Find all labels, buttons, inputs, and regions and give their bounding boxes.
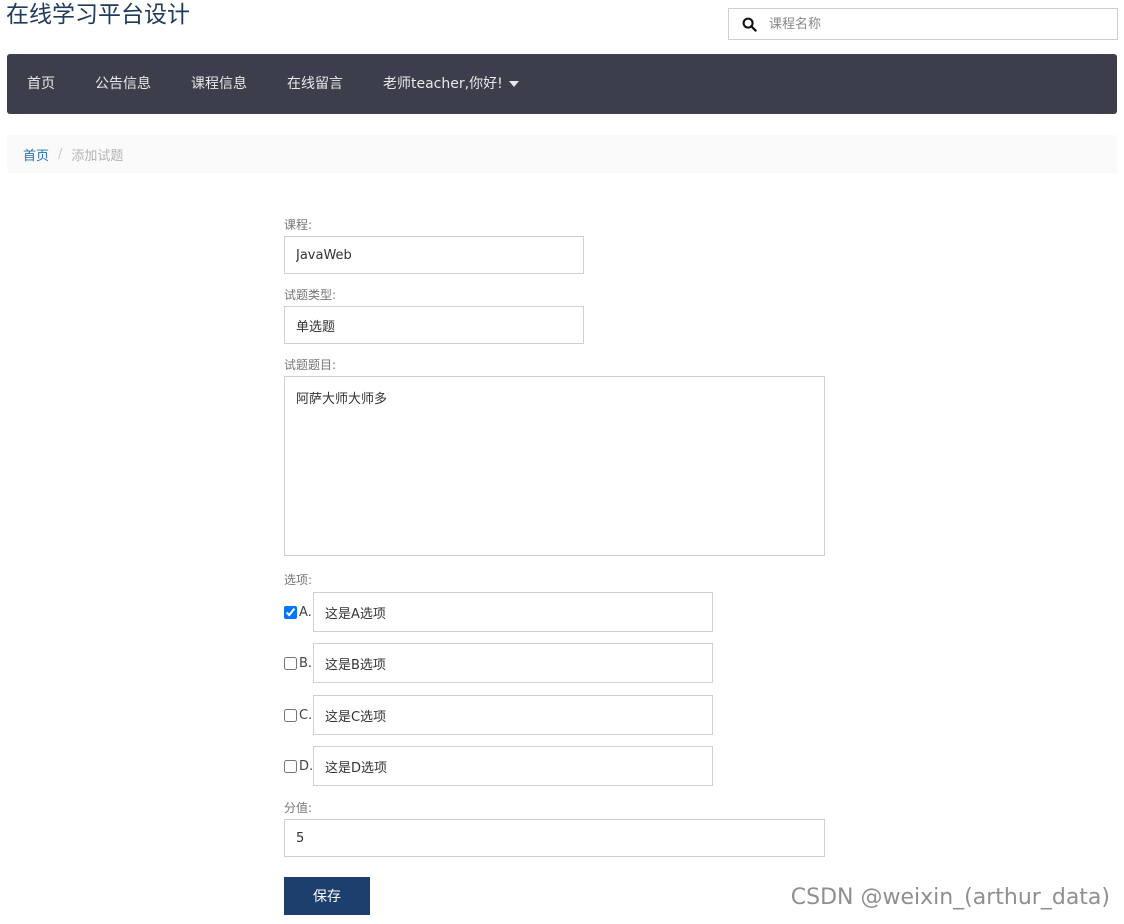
breadcrumb: 首页 / 添加试题 [7,135,1117,173]
site-title: 在线学习平台设计 [6,2,190,28]
breadcrumb-home-link[interactable]: 首页 [23,145,49,164]
score-field[interactable] [284,819,825,857]
search-input[interactable] [769,10,1117,38]
course-label: 课程: [284,218,313,232]
breadcrumb-separator: / [58,146,63,162]
nav-item-home[interactable]: 首页 [7,54,75,114]
user-menu-label: 老师teacher,你好! [383,76,503,92]
option-c-field[interactable] [313,695,713,735]
options-label: 选项: [284,573,313,587]
option-b-checkbox[interactable] [284,656,297,670]
option-c-row: C. [284,695,713,735]
option-c-checkbox[interactable] [284,708,297,722]
nav-item-announcements[interactable]: 公告信息 [75,54,171,114]
page: 在线学习平台设计 首页 公告信息 课程信息 在线留言 老师teacher,你好!… [0,0,1124,924]
option-b-letter: B. [299,655,313,671]
course-field[interactable] [284,236,584,274]
breadcrumb-current: 添加试题 [71,148,124,164]
question-type-field[interactable] [284,306,584,344]
nav-item-messages[interactable]: 在线留言 [267,54,363,114]
option-a-field[interactable] [313,592,713,632]
question-type-label: 试题类型: [284,288,337,302]
option-a-row: A. [284,592,713,632]
score-label: 分值: [284,801,313,815]
watermark: CSDN @weixin_(arthur_data) [790,885,1110,910]
save-button[interactable]: 保存 [284,877,370,915]
question-text-field[interactable] [284,376,825,556]
option-b-row: B. [284,643,713,683]
option-a-letter: A. [299,604,312,620]
option-b-field[interactable] [313,643,713,683]
option-d-field[interactable] [313,746,713,786]
navbar: 首页 公告信息 课程信息 在线留言 老师teacher,你好! [7,54,1117,114]
option-d-checkbox[interactable] [284,759,297,773]
option-d-row: D. [284,746,713,786]
option-a-checkbox[interactable] [284,605,297,619]
search-icon[interactable] [729,17,769,32]
option-d-letter: D. [299,758,314,774]
user-menu[interactable]: 老师teacher,你好! [363,54,539,114]
search-box[interactable] [728,8,1118,40]
option-c-letter: C. [299,707,313,723]
caret-down-icon [508,81,519,87]
question-text-label: 试题题目: [284,358,337,372]
nav-item-courses[interactable]: 课程信息 [171,54,267,114]
